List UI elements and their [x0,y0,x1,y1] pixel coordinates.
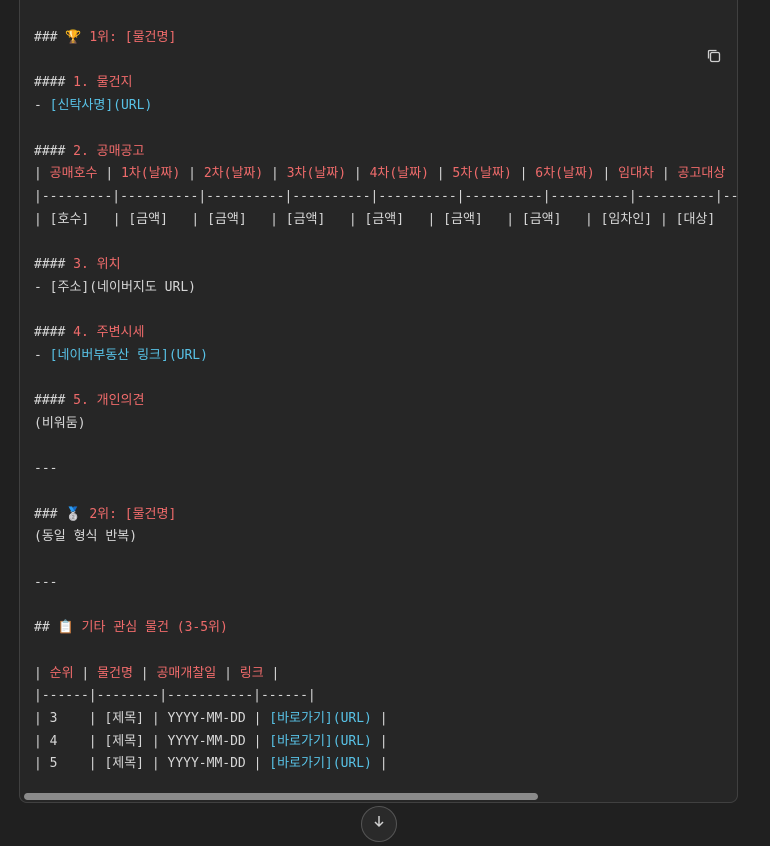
code-line: #### 4. 주변시세 [34,324,144,342]
code-line: --- [34,574,57,592]
code-text: ## [34,620,58,635]
code-line: ### 🏆 1위: [물건명] [34,29,176,47]
code-line: #### 5. 개인의견 [34,392,144,410]
heading-text: 5. 개인의견 [73,393,145,408]
code-text: #### [34,393,74,408]
emoji-icon: 🥈 [65,507,82,522]
code-text: | [263,666,280,681]
code-line: | 순위 | 물건명 | 공매개찰일 | 링크 | [34,665,279,683]
code-text: | [34,166,50,181]
heading-text: 1. 물건지 [73,75,133,90]
code-line: | 5 | [제목] | YYYY-MM-DD | [바로가기](URL) | [34,755,388,773]
code-line: |------|--------|-----------|------| [34,687,316,705]
code-line: - [네이버부동산 링크](URL) [34,347,208,365]
code-text: --- [34,461,58,476]
heading-text: 4. 주변시세 [73,325,145,340]
code-text: | [346,166,370,181]
code-line: - [주소](네이버지도 URL) [34,279,196,297]
code-text: | [132,666,157,681]
code-text: --- [34,575,58,590]
link-text: [네이버부동산 링크](URL) [49,348,208,363]
heading-text: 3. 위치 [73,257,121,272]
heading-text: 공매개찰일 [156,666,217,681]
code-text: | [511,166,536,181]
heading-text: 1위: [물건명] [81,30,177,45]
code-text: | [180,166,204,181]
code-line: (비워둠) [34,415,86,433]
link-text: [바로가기](URL) [269,734,372,749]
code-line: --- [34,460,57,478]
code-text: #### [34,325,74,340]
code-text: - [주소](네이버지도 URL) [34,280,196,295]
code-text: | [97,166,121,181]
code-text: | [654,166,678,181]
code-line: (동일 형식 반복) [34,528,137,546]
code-line: | [호수] | [금액] | [금액] | [금액] | [금액] | [금액… [34,211,715,229]
code-text: - [34,348,50,363]
code-text: | [428,166,453,181]
code-text: #### [34,257,74,272]
link-text: [바로가기](URL) [269,756,372,771]
code-line: - [신탁사명](URL) [34,97,152,115]
code-text: (동일 형식 반복) [34,529,138,544]
code-block: ### 🏆 1위: [물건명] #### 1. 물건지 - [신탁사명](URL) #… [19,0,738,803]
heading-text: 2위: [물건명] [81,507,177,522]
scroll-down-button[interactable] [361,806,397,842]
code-text: | [263,166,287,181]
heading-text: 임대차 [618,166,655,181]
code-text: (비워둠) [34,416,86,431]
code-line: #### 2. 공매공고 [34,143,144,161]
scrollbar-thumb[interactable] [24,793,538,800]
heading-text: 순위 [49,666,74,681]
heading-text: 공고대상 [677,166,726,181]
heading-text: 1차(날짜) [120,166,181,181]
code-text: | [호수] | [금액] | [금액] | [금액] | [금액] | [금액… [34,212,716,227]
code-text: | 3 | [제목] | YYYY-MM-DD | [34,711,270,726]
code-text: #### [34,144,74,159]
code-text: | [34,666,50,681]
arrow-down-icon [374,816,384,828]
code-content: ### 🏆 1위: [물건명] #### 1. 물건지 - [신탁사명](URL) #… [20,0,737,790]
heading-text: 2차(날짜) [203,166,264,181]
link-text: [바로가기](URL) [269,711,372,726]
code-text: | 5 | [제목] | YYYY-MM-DD | [34,756,270,771]
code-line: ### 🥈 2위: [물건명] [34,506,176,524]
code-line: #### 3. 위치 [34,256,121,274]
copy-icon [707,49,721,63]
code-text: | [371,734,388,749]
heading-text: 5차(날짜) [452,166,512,181]
heading-text: 4차(날짜) [369,166,429,181]
code-text: ### [34,30,66,45]
link-text: [신탁사명](URL) [49,98,153,113]
code-text: | [371,711,388,726]
heading-text: 2. 공매공고 [73,144,145,159]
code-line: | 3 | [제목] | YYYY-MM-DD | [바로가기](URL) | [34,710,388,728]
code-text: |------|--------|-----------|------| [34,688,316,703]
heading-text: 링크 [239,666,264,681]
emoji-icon: 🏆 [65,30,82,45]
heading-text: 물건명 [97,666,133,681]
code-text: - [34,98,50,113]
code-text: | [73,666,98,681]
code-text: #### [34,75,74,90]
heading-text: 기타 관심 물건 (3-5위) [73,620,228,635]
code-line: |---------|----------|----------|-------… [34,188,737,206]
code-line: | 공매호수 | 1차(날짜) | 2차(날짜) | 3차(날짜) | 4차(날… [34,165,725,183]
heading-text: 공매호수 [49,166,98,181]
code-line: ## 📋 기타 관심 물건 (3-5위) [34,619,228,637]
code-text: ### [34,507,66,522]
emoji-icon: 📋 [57,620,74,635]
code-line: | 4 | [제목] | YYYY-MM-DD | [바로가기](URL) | [34,733,388,751]
code-text: |---------|----------|----------|-------… [34,189,737,204]
heading-text: 3차(날짜) [286,166,347,181]
horizontal-scrollbar[interactable] [22,793,735,800]
code-line: #### 1. 물건지 [34,74,133,92]
code-text: | [371,756,388,771]
heading-text: 6차(날짜) [535,166,595,181]
code-text: | 4 | [제목] | YYYY-MM-DD | [34,734,270,749]
code-text: | [216,666,240,681]
code-text: | [594,166,619,181]
copy-button[interactable] [705,47,723,65]
